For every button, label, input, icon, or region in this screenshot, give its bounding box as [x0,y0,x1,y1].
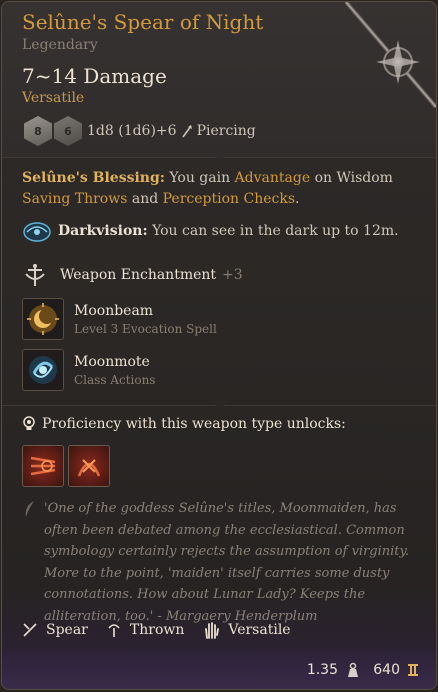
proficiency-unlocks [22,445,110,487]
weapon-enchantment-row: Weapon Enchantment +3 [22,262,243,288]
d6-die-icon: 6 [54,116,82,146]
item-weight: 1.35 [306,662,338,678]
property-spear[interactable]: Spear [22,622,88,638]
dice-formula-row: 1d8 (1d6)+6 Piercing [87,123,256,139]
blessing-text: on Wisdom [310,170,393,186]
enchantment-anvil-icon [25,264,45,286]
weapon-properties: Spear Thrown Versatile [22,621,291,639]
versatile-hand-icon [205,622,220,639]
tooltip-footer [2,649,436,689]
perception-keyword[interactable]: Perception Checks [163,191,295,207]
blessing-text: . [295,191,300,207]
darkvision-text: You can see in the dark up to 12m. [147,223,399,239]
spell-moonmote[interactable]: Moonmote Class Actions [22,349,155,391]
property-versatile[interactable]: Versatile [202,621,291,639]
spear-item-icon [344,2,436,109]
darkvision-row: Darkvision: You can see in the dark up t… [22,219,399,243]
moonbeam-icon [22,298,64,340]
spell-name: Moonmote [74,353,150,370]
enchantment-value: +3 [222,267,243,283]
moonmote-icon [22,349,64,391]
piercing-icon [181,125,192,138]
item-rarity: Legendary [22,37,98,53]
darkvision-name: Darkvision: [58,223,148,239]
flavor-text: 'One of the goddess Selûne's titles, Moo… [44,501,410,624]
blessing-name: Selûne's Blessing: [22,170,165,186]
spell-subtitle: Level 3 Evocation Spell [74,321,217,336]
blessing-description: Selûne's Blessing: You gain Advantage on… [22,168,412,210]
blessing-text: and [127,191,163,207]
spell-name: Moonbeam [74,302,154,319]
lightbulb-icon [23,416,35,430]
saving-throws-keyword[interactable]: Saving Throws [22,191,127,207]
quote-feather-icon [25,501,34,517]
darkvision-eye-icon [23,222,51,242]
proficiency-row: Proficiency with this weapon type unlock… [22,416,346,432]
property-label: Versatile [228,622,291,638]
spell-subtitle: Class Actions [74,372,156,387]
weapon-action-icon[interactable] [68,445,110,487]
property-label: Thrown [129,622,185,638]
damage-type: Piercing [196,123,256,139]
gold-coin-icon [408,664,418,676]
weight-icon [348,662,358,677]
weapon-action-icon[interactable] [22,445,64,487]
dice-formula: 1d8 (1d6)+6 [87,123,177,139]
spell-moonbeam[interactable]: Moonbeam Level 3 Evocation Spell [22,298,217,340]
damage-range: 7~14 Damage [22,64,167,88]
divider-notch-icon [212,153,228,161]
proficiency-label: Proficiency with this weapon type unlock… [42,416,346,432]
blessing-text: You gain [164,170,235,186]
spear-icon [23,623,37,637]
advantage-keyword[interactable]: Advantage [235,170,311,186]
property-thrown[interactable]: Thrown [106,622,184,638]
d8-die-icon: 8 [24,116,52,146]
enchantment-label: Weapon Enchantment [60,267,217,283]
thrown-icon [108,624,120,637]
item-property: Versatile [22,90,85,106]
damage-dice: 8 6 [24,116,82,146]
item-name: Selûne's Spear of Night [22,10,264,34]
item-value: 640 [373,662,400,678]
property-label: Spear [46,622,88,638]
item-tooltip-card: Selûne's Spear of Night Legendary 7~14 D… [1,1,437,690]
divider-notch-icon [212,401,228,409]
